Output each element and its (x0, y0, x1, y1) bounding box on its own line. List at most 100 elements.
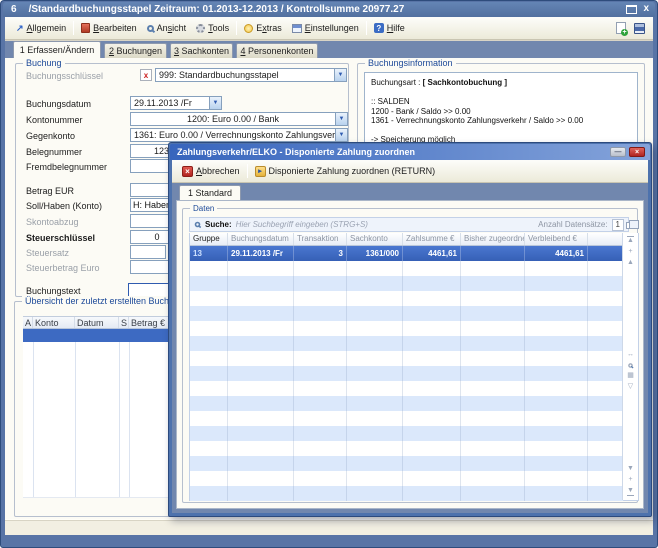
steuersatz-input[interactable] (130, 245, 166, 259)
column-header[interactable]: Bisher zugeordnet (461, 233, 525, 245)
tab-standard[interactable]: 1 Standard (179, 185, 241, 200)
new-document-icon[interactable]: + (616, 22, 626, 34)
table-cell (461, 486, 525, 501)
buchungsdatum-combobox[interactable]: 29.11.2013 /Fr ▼ (130, 96, 222, 110)
append-row-icon[interactable]: + (628, 476, 632, 484)
dropdown-arrow-icon[interactable]: ▼ (334, 69, 346, 81)
close-button[interactable]: x (643, 4, 649, 14)
statusbar (5, 519, 653, 535)
menu-item-hilfe[interactable]: ?Hilfe (369, 21, 410, 35)
column-header[interactable]: Gruppe (190, 233, 228, 245)
table-cell (294, 381, 347, 396)
column-header[interactable]: Zahlsumme € (403, 233, 461, 245)
grid-line (129, 342, 130, 497)
scroll-up-icon[interactable]: ▲ (627, 259, 634, 267)
menu-item-label: Ansicht (157, 23, 187, 33)
menu-item-ansicht[interactable]: Ansicht (142, 21, 192, 35)
table-cell: 3 (294, 246, 347, 261)
table-row[interactable] (190, 411, 624, 426)
table-row[interactable] (190, 471, 624, 486)
tab-1[interactable]: 1 Erfassen/Ändern (13, 41, 101, 58)
table-row[interactable] (190, 456, 624, 471)
column-header[interactable]: Transaktion (294, 233, 347, 245)
column-header[interactable]: Konto (33, 317, 75, 328)
table-cell (294, 366, 347, 381)
scroll-last-icon[interactable]: ▼ (627, 487, 634, 496)
gegenkonto-combobox[interactable]: 1361: Euro 0.00 / Verrechnungskonto Zahl… (130, 128, 348, 142)
dialog-pin-button[interactable]: — (610, 147, 626, 157)
table-row[interactable] (190, 426, 624, 441)
table-row[interactable] (190, 366, 624, 381)
belegnummer-label: Belegnummer (26, 146, 128, 158)
menu-item-tools[interactable]: Tools (191, 21, 234, 35)
table-cell (461, 261, 525, 276)
scroll-down-icon[interactable]: ▼ (627, 465, 634, 473)
table-row[interactable] (190, 261, 624, 276)
save-icon[interactable] (634, 23, 645, 34)
table-row[interactable] (190, 486, 624, 501)
dialog-close-button[interactable]: × (629, 147, 645, 157)
copy-icon[interactable] (626, 222, 634, 229)
search-placeholder: Hier Suchbegriff eingeben (STRG+S) (236, 220, 535, 229)
table-cell: 4461,61 (403, 246, 461, 261)
skontoabzug-label: Skontoabzug (26, 216, 128, 228)
tab-3[interactable]: 3 Sachkonten (170, 43, 233, 58)
column-width-icon[interactable]: ↔ (627, 351, 634, 359)
tab-4[interactable]: 4 Personenkonten (236, 43, 318, 58)
clear-icon[interactable]: x (140, 69, 152, 81)
column-header[interactable]: Buchungsdatum (228, 233, 294, 245)
table-cell (228, 321, 294, 336)
column-header[interactable]: A (23, 317, 33, 328)
table-cell (461, 426, 525, 441)
main-titlebar[interactable]: 6 /Standardbuchungsstapel Zeitraum: 01.2… (3, 2, 655, 17)
menu-item-einstellungen[interactable]: Einstellungen (287, 21, 364, 35)
info-line: 1361 - Verrechnungskonto Zahlungsverkehr… (371, 116, 631, 126)
table-cell (190, 321, 228, 336)
grid-line (119, 342, 120, 497)
scroll-first-icon[interactable]: ▲ (627, 236, 634, 245)
dialog-titlebar[interactable]: Zahlungsverkehr/ELKO - Disponierte Zahlu… (170, 144, 650, 160)
table-cell (588, 441, 624, 456)
kontonummer-combobox[interactable]: 1200: Euro 0.00 / Bank ▼ (130, 112, 348, 126)
table-row[interactable] (190, 321, 624, 336)
filter-icon[interactable]: ▽ (628, 383, 633, 391)
menu-item-label: Allgemein (27, 23, 67, 33)
menu-separator (73, 21, 74, 35)
table-cell (190, 276, 228, 291)
table-row-selected[interactable]: 1329.11.2013 /Fr31361/0004461,614461,61 (190, 246, 624, 261)
table-cell (190, 396, 228, 411)
menu-item-bearbeiten[interactable]: Bearbeiten (76, 21, 142, 35)
table-row[interactable] (190, 351, 624, 366)
column-header[interactable]: Verbleibend € (525, 233, 588, 245)
menu-item-extras[interactable]: Extras (239, 21, 287, 35)
table-cell (461, 366, 525, 381)
assign-payment-button[interactable]: ▸ Disponierte Zahlung zuordnen (RETURN) (250, 164, 441, 179)
table-cell (190, 426, 228, 441)
search-bar[interactable]: Suche: Hier Suchbegriff eingeben (STRG+S… (189, 217, 629, 232)
table-cell (347, 321, 403, 336)
cancel-button[interactable]: × Abbrechen (177, 164, 245, 179)
table-row[interactable] (190, 441, 624, 456)
dropdown-arrow-icon[interactable]: ▼ (209, 97, 221, 109)
table-cell: 4461,61 (525, 246, 588, 261)
column-header[interactable]: S (119, 317, 129, 328)
insert-row-icon[interactable]: + (628, 248, 632, 256)
menu-item-allgemein[interactable]: ↗Allgemein (11, 21, 71, 36)
restore-button[interactable] (626, 5, 637, 14)
column-header[interactable]: Datum (75, 317, 119, 328)
buchungsschluessel-combobox[interactable]: 999: Standardbuchungsstapel ▼ (155, 68, 347, 82)
chart-icon[interactable]: ▦ (627, 372, 634, 380)
table-row[interactable] (190, 336, 624, 351)
table-row[interactable] (190, 276, 624, 291)
table-row[interactable] (190, 306, 624, 321)
dropdown-arrow-icon[interactable]: ▼ (335, 113, 347, 125)
search-icon[interactable] (628, 363, 633, 368)
column-header[interactable] (588, 233, 624, 245)
table-row[interactable] (190, 291, 624, 306)
dropdown-arrow-icon[interactable]: ▼ (335, 129, 347, 141)
table-cell: 1361/000 (347, 246, 403, 261)
table-row[interactable] (190, 396, 624, 411)
tab-2[interactable]: 2 Buchungen (104, 43, 167, 58)
column-header[interactable]: Sachkonto (347, 233, 403, 245)
table-row[interactable] (190, 381, 624, 396)
